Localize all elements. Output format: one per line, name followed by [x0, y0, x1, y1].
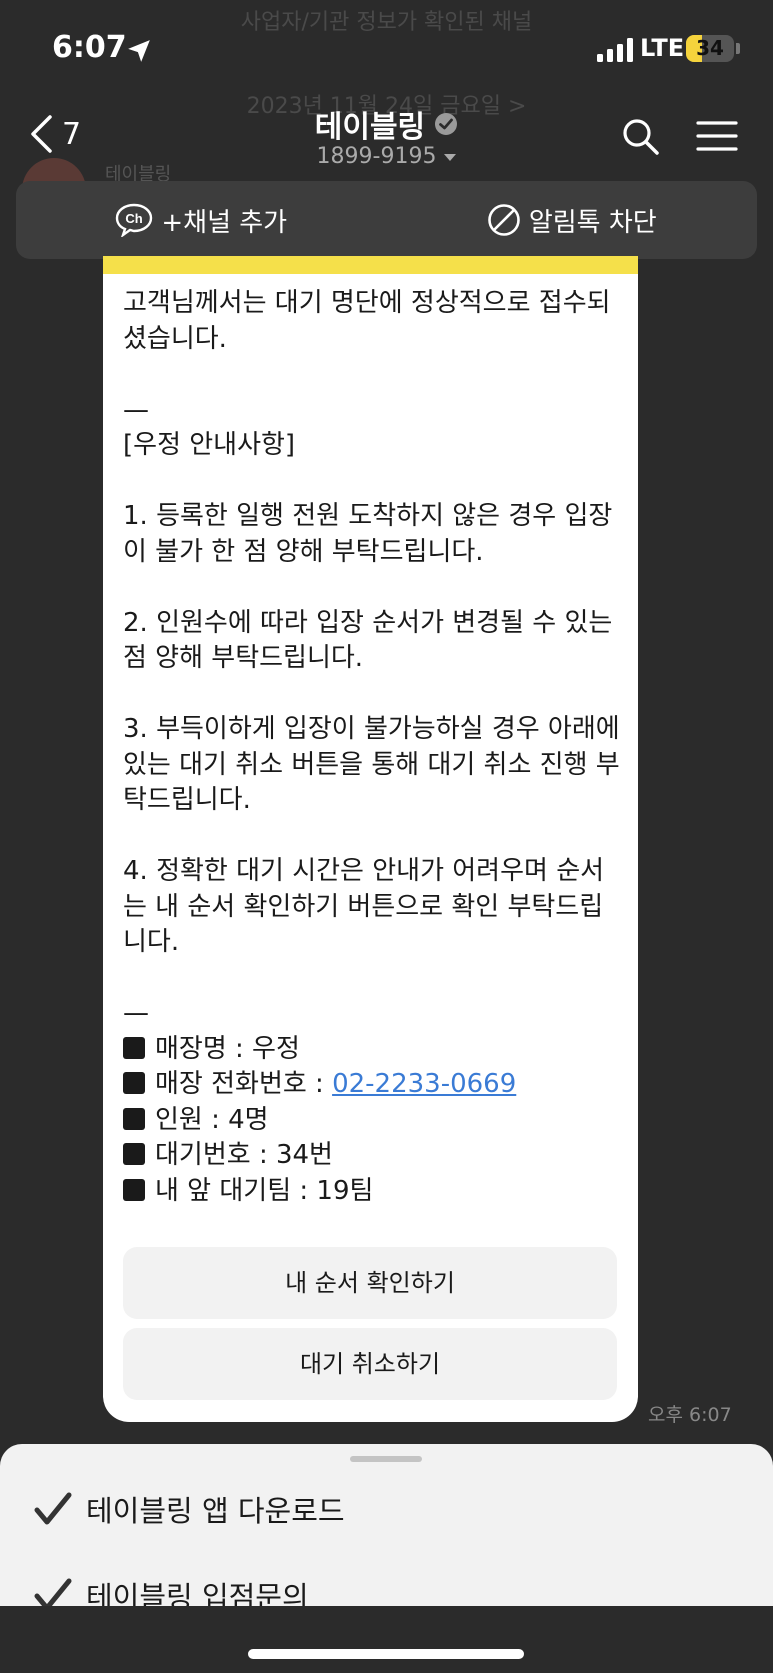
message-divider: —	[123, 394, 149, 425]
message-body: 고객님께서는 대기 명단에 정상적으로 접수되셨습니다. — [우정 안내사항]…	[123, 286, 623, 1209]
menu-item-label: 테이블링 앱 다운로드	[86, 1494, 345, 1528]
caret-down-icon	[444, 153, 457, 161]
store-name: 매장명 : 우정	[155, 1033, 300, 1064]
notice-item: 1. 등록한 일행 전원 도착하지 않은 경우 입장이 불가 한 점 양해 부탁…	[123, 501, 613, 567]
add-channel-button[interactable]: Ch +채널 추가	[16, 181, 387, 259]
battery-icon: 34	[686, 35, 734, 62]
wait-number-line: 대기번호 : 34번	[123, 1138, 623, 1174]
status-time: 6:07	[52, 30, 127, 65]
store-phone-link[interactable]: 02-2233-0669	[332, 1069, 516, 1099]
wait-number: 대기번호 : 34번	[155, 1140, 333, 1170]
check-order-button[interactable]: 내 순서 확인하기	[123, 1247, 617, 1319]
network-type: LTE	[640, 34, 685, 62]
message-card: 고객님께서는 대기 명단에 정상적으로 접수되셨습니다. — [우정 안내사항]…	[103, 256, 638, 1422]
store-phone-label: 매장 전화번호 :	[155, 1069, 333, 1099]
store-name-line: 매장명 : 우정	[123, 1032, 623, 1068]
teams-ahead-line: 내 앞 대기팀 : 19팀	[123, 1174, 623, 1210]
cancel-waiting-button[interactable]: 대기 취소하기	[123, 1328, 617, 1400]
message-divider: —	[123, 998, 149, 1028]
square-bullet-icon	[123, 1036, 145, 1059]
bottom-menu-sheet: 테이블링 앱 다운로드 테이블링 입점문의	[0, 1444, 773, 1614]
party-size-line: 인원 : 4명	[123, 1103, 623, 1139]
verified-badge-icon	[435, 113, 458, 135]
square-bullet-icon	[123, 1072, 145, 1094]
channel-phone: 1899-9195	[316, 144, 437, 169]
notice-item: 3. 부득이하게 입장이 불가능하실 경우 아래에 있는 대기 취소 버튼을 통…	[123, 714, 620, 815]
menu-item-app-download[interactable]: 테이블링 앱 다운로드	[34, 1488, 345, 1530]
notice-title: [우정 안내사항]	[123, 430, 296, 460]
chat-header: 7 테이블링 1899-9195	[0, 96, 773, 176]
channel-title: 테이블링	[314, 110, 426, 145]
square-bullet-icon	[123, 1178, 145, 1201]
checkmark-icon	[34, 1492, 72, 1525]
hamburger-menu-icon[interactable]	[696, 120, 738, 152]
add-channel-label: +채널 추가	[161, 207, 288, 238]
square-bullet-icon	[123, 1143, 145, 1165]
party-size: 인원 : 4명	[155, 1104, 269, 1135]
battery-percent: 34	[696, 36, 724, 60]
channel-action-bar: Ch +채널 추가 알림톡 차단	[16, 181, 757, 259]
svg-text:Ch: Ch	[126, 211, 143, 226]
sheet-drag-handle[interactable]	[350, 1456, 422, 1462]
search-icon[interactable]	[620, 116, 660, 156]
square-bullet-icon	[123, 1107, 145, 1130]
store-phone-line: 매장 전화번호 : 02-2233-0669	[123, 1067, 623, 1103]
status-bar: 6:07 LTE 34	[0, 0, 773, 90]
message-intro: 고객님께서는 대기 명단에 정상적으로 접수되셨습니다.	[123, 288, 611, 354]
block-icon	[488, 204, 520, 236]
location-arrow-icon	[128, 40, 150, 62]
home-indicator[interactable]	[248, 1649, 524, 1659]
card-accent-bar	[103, 256, 638, 274]
channel-chat-icon: Ch	[116, 203, 153, 237]
notice-item: 4. 정확한 대기 시간은 안내가 어려우며 순서는 내 순서 확인하기 버튼으…	[123, 856, 605, 957]
block-alimtalk-label: 알림톡 차단	[528, 207, 657, 238]
block-alimtalk-button[interactable]: 알림톡 차단	[387, 181, 758, 259]
home-bar-area	[0, 1606, 773, 1673]
notice-item: 2. 인원수에 따라 입장 순서가 변경될 수 있는 점 양해 부탁드립니다.	[123, 607, 613, 674]
battery-nub	[736, 43, 740, 54]
message-timestamp: 오후 6:07	[648, 1404, 732, 1426]
teams-ahead: 내 앞 대기팀 : 19팀	[155, 1175, 374, 1206]
cellular-signal-icon	[597, 38, 633, 62]
